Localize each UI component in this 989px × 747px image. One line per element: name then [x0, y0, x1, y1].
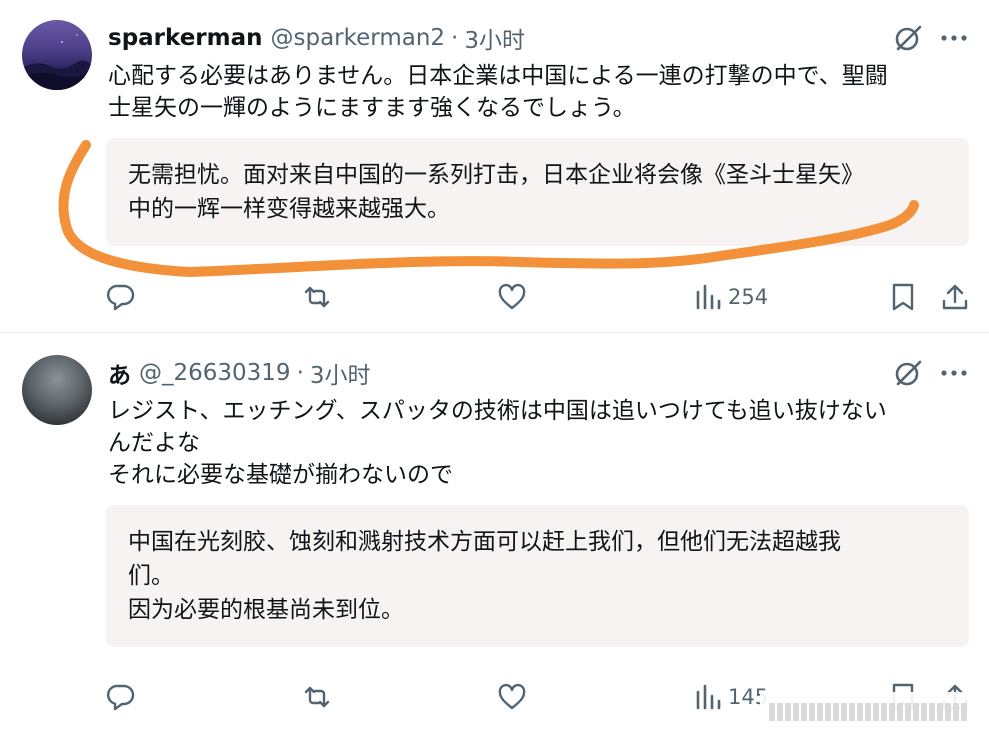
reply-button[interactable] — [106, 280, 136, 314]
post-header: sparkerman @sparkerman2 · 3小时 — [108, 22, 525, 54]
avatar[interactable] — [22, 20, 92, 90]
views-button[interactable]: 254 — [694, 280, 768, 314]
post-time[interactable]: 3小时 — [310, 356, 371, 390]
views-button[interactable]: 145 — [694, 680, 768, 714]
like-icon — [498, 283, 526, 310]
share-icon — [942, 284, 968, 310]
post-text: 心配する必要はありません。日本企業は中国による一連の打撃の中で、聖闘 士星矢の一… — [108, 63, 888, 121]
bookmark-icon — [892, 283, 914, 311]
like-icon — [498, 683, 526, 710]
more-icon[interactable] — [938, 357, 970, 389]
more-icon[interactable] — [938, 22, 970, 54]
post-2[interactable]: あ @_26630319 · 3小时 レジスト、エッチング、スパッタの技術は中国… — [0, 333, 989, 747]
avatar-landscape — [22, 34, 92, 90]
retweet-icon — [304, 286, 330, 308]
post-text: レジスト、エッチング、スパッタの技術は中国は追いつけても追い抜けない んだよな … — [108, 398, 887, 488]
retweet-button[interactable] — [302, 680, 332, 714]
retweet-button[interactable] — [302, 280, 332, 314]
views-icon — [696, 684, 721, 710]
separator-dot: · — [296, 360, 304, 386]
bookmark-button[interactable] — [888, 280, 918, 314]
avatar[interactable] — [22, 355, 92, 425]
reply-icon — [106, 284, 135, 311]
author-name[interactable]: あ — [108, 356, 131, 390]
action-bar: 254 — [0, 280, 989, 314]
author-name[interactable]: sparkerman — [108, 25, 263, 51]
author-handle[interactable]: @sparkerman2 — [271, 25, 446, 51]
watermark-overlay — [760, 692, 975, 732]
reply-icon — [106, 684, 135, 711]
reply-button[interactable] — [106, 680, 136, 714]
grok-icon[interactable] — [892, 22, 924, 54]
share-button[interactable] — [940, 280, 970, 314]
translation-box: 无需担忧。面对来自中国的一系列打击，日本企业将会像《圣斗士星矢》 中的一辉一样变… — [106, 138, 969, 246]
retweet-icon — [304, 686, 330, 708]
views-count: 254 — [728, 285, 769, 309]
translation-box: 中国在光刻胶、蚀刻和溅射技术方面可以赶上我们，但他们无法超越我 们。 因为必要的… — [106, 505, 969, 647]
like-button[interactable] — [497, 680, 527, 714]
separator-dot: · — [451, 25, 459, 51]
post-time[interactable]: 3小时 — [464, 21, 525, 55]
grok-icon[interactable] — [892, 357, 924, 389]
post-header: あ @_26630319 · 3小时 — [108, 357, 371, 389]
author-handle[interactable]: @_26630319 — [139, 360, 291, 386]
views-icon — [696, 284, 721, 310]
post-1[interactable]: sparkerman @sparkerman2 · 3小时 心配する必要はありま… — [0, 0, 989, 333]
like-button[interactable] — [497, 280, 527, 314]
